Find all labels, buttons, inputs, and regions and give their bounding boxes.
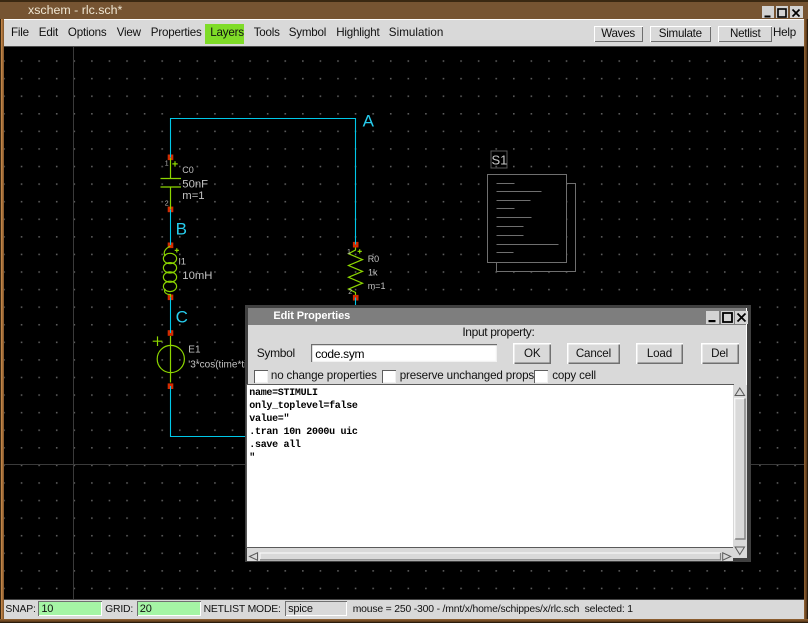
svg-text:m=1: m=1 — [368, 281, 386, 291]
svg-text:2: 2 — [348, 288, 352, 295]
svg-text:C0: C0 — [182, 165, 194, 175]
svg-text:C: C — [176, 307, 188, 326]
svg-text:2: 2 — [165, 200, 169, 207]
svg-text:R0: R0 — [368, 253, 380, 263]
svg-text:1: 1 — [347, 249, 351, 256]
svg-text:E1: E1 — [188, 344, 201, 355]
svg-text:m=1: m=1 — [182, 190, 204, 202]
svg-text:50nF: 50nF — [182, 178, 208, 190]
svg-text:A: A — [363, 111, 375, 130]
svg-text:1: 1 — [165, 160, 169, 167]
svg-text:S1: S1 — [492, 152, 508, 167]
svg-text:'3*cos(time*ti: '3*cos(time*ti — [188, 359, 246, 370]
svg-text:10mH: 10mH — [182, 270, 212, 282]
svg-text:1k: 1k — [368, 267, 378, 277]
svg-text:l1: l1 — [179, 256, 186, 267]
svg-text:B: B — [176, 219, 187, 238]
